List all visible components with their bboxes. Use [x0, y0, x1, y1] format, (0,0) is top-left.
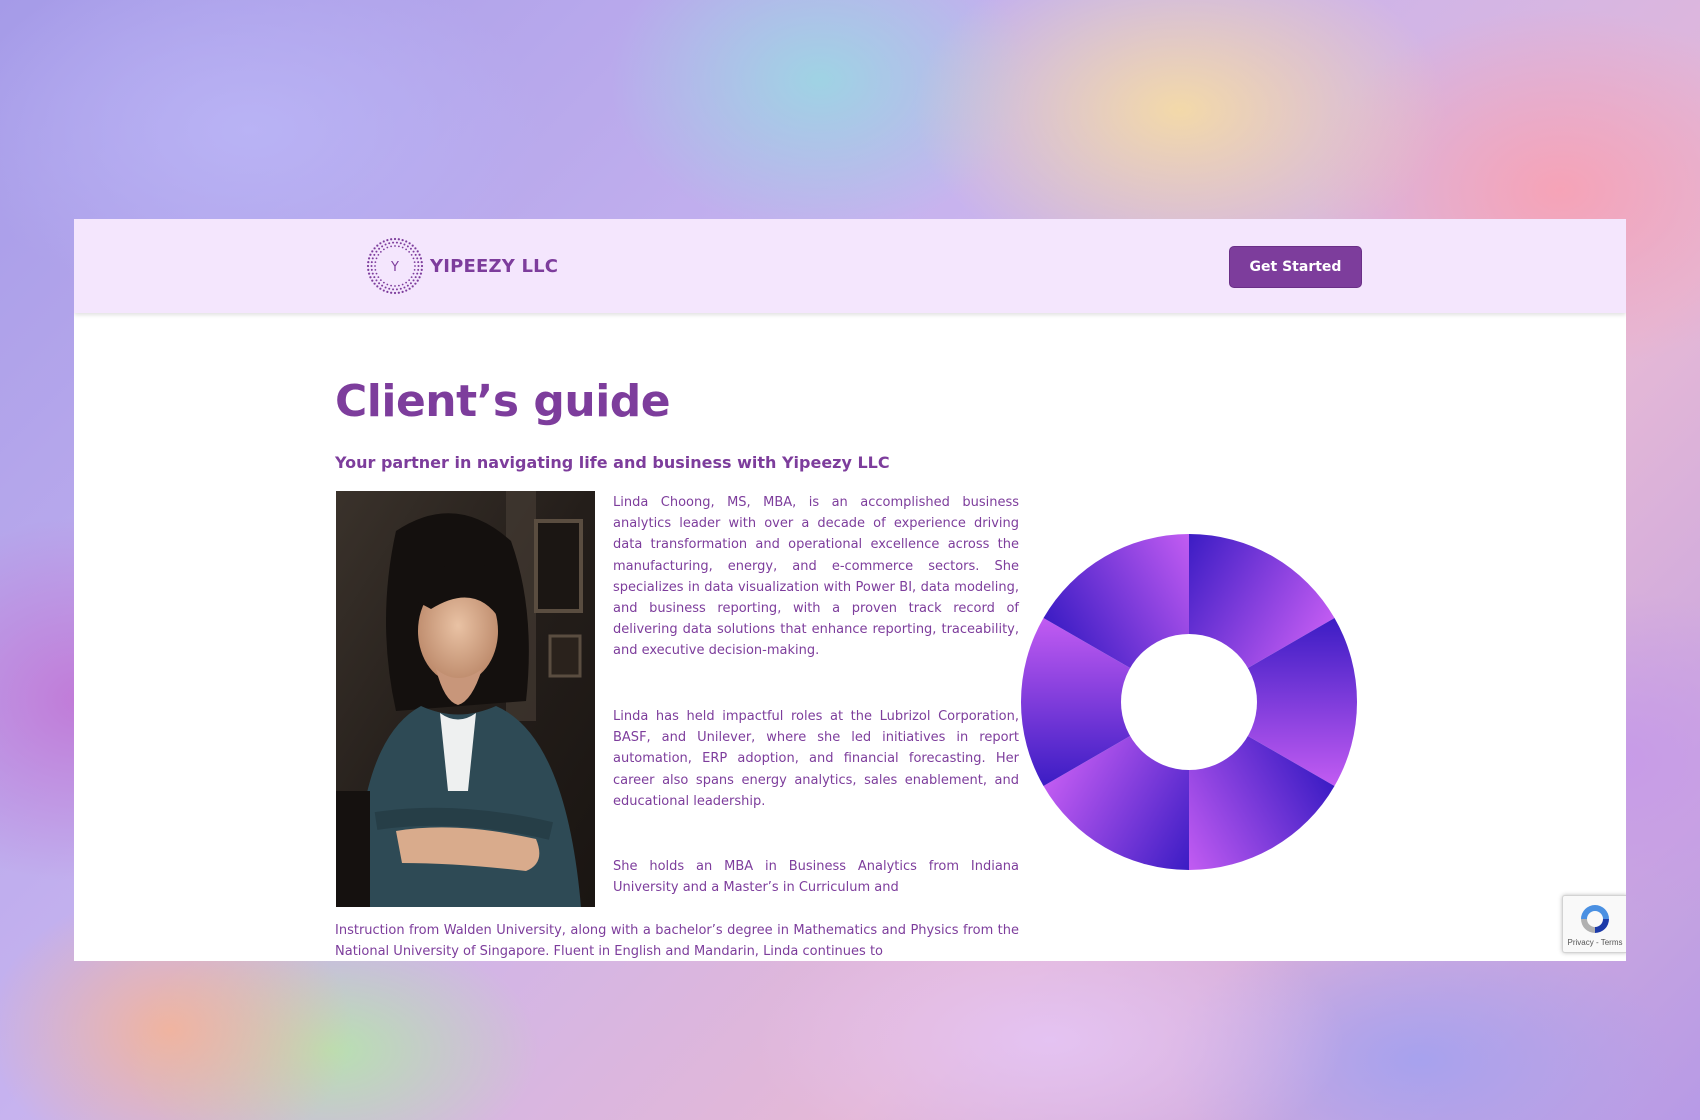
get-started-button[interactable]: Get Started: [1229, 246, 1362, 288]
page-subtitle: Your partner in navigating life and busi…: [335, 453, 890, 472]
link-separator: -: [1593, 938, 1601, 947]
logo-letter: Y: [390, 260, 399, 275]
brand-logo-link[interactable]: Y YIPEEZY LLC: [366, 237, 558, 295]
terms-link[interactable]: Terms: [1601, 938, 1623, 947]
privacy-link[interactable]: Privacy: [1568, 938, 1594, 947]
dotted-circle-logo-icon: Y: [366, 237, 424, 295]
brand-name: YIPEEZY LLC: [430, 255, 559, 277]
recaptcha-badge[interactable]: Privacy - Terms: [1562, 895, 1626, 953]
bio-paragraph-3: She holds an MBA in Business Analytics f…: [613, 859, 1019, 896]
page-title: Client’s guide: [335, 376, 671, 427]
bio-paragraph-1: Linda Choong, MS, MBA, is an accomplishe…: [613, 495, 1019, 659]
bio-paragraph-4: Instruction from Walden University, alon…: [335, 923, 1019, 960]
site-header: Y YIPEEZY LLC Get Started: [74, 219, 1626, 313]
recaptcha-icon: [1581, 905, 1609, 933]
decorative-donut-graphic: [1019, 532, 1359, 872]
portrait-photo: [336, 491, 595, 907]
recaptcha-links: Privacy - Terms: [1563, 938, 1626, 947]
bio-paragraph-2: Linda has held impactful roles at the Lu…: [613, 709, 1019, 809]
site-window: Y YIPEEZY LLC Get Started Client’s guide…: [74, 219, 1626, 961]
